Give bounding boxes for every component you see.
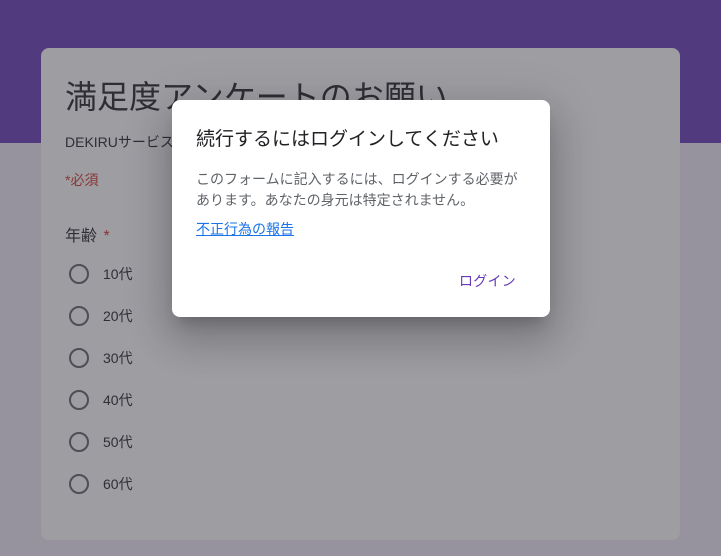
dialog-body: このフォームに記入するには、ログインする必要があります。あなたの身元は特定されま…: [196, 169, 526, 211]
report-abuse-link[interactable]: 不正行為の報告: [196, 219, 294, 239]
login-button[interactable]: ログイン: [449, 263, 526, 299]
dialog-title: 続行するにはログインしてください: [196, 124, 526, 151]
login-dialog: 続行するにはログインしてください このフォームに記入するには、ログインする必要が…: [172, 100, 550, 317]
dialog-actions: ログイン: [196, 255, 526, 307]
